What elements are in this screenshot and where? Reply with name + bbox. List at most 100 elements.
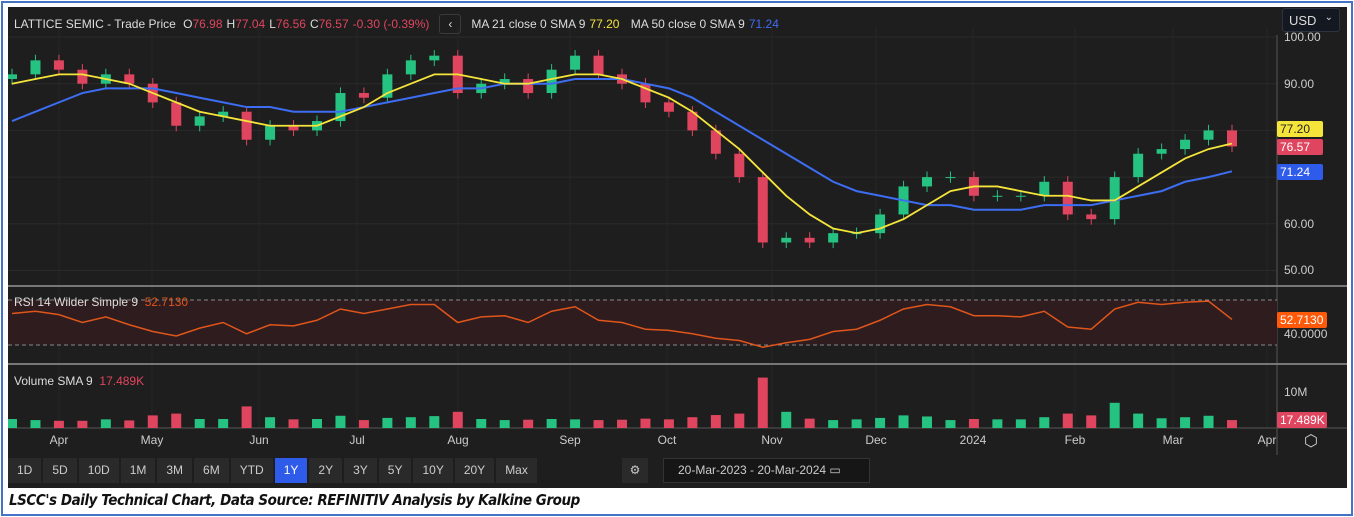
- volume-bar: [194, 419, 205, 428]
- volume-bar: [171, 413, 182, 428]
- month-label: Mar: [1162, 433, 1184, 447]
- volume-bar: [218, 419, 229, 428]
- volume-bar: [922, 416, 932, 428]
- high-label: H: [226, 17, 236, 31]
- candle: [1015, 195, 1026, 197]
- high-value: 77.04: [235, 17, 266, 31]
- volume-bar: [77, 420, 88, 428]
- range-button-1d[interactable]: 1D: [8, 458, 42, 483]
- volume-bar: [312, 419, 322, 428]
- candle: [945, 177, 956, 179]
- candle: [194, 116, 205, 126]
- volume-bar: [265, 417, 276, 428]
- ma50-flag: 71.24: [1277, 164, 1323, 180]
- settings-icon[interactable]: ⬡: [1304, 431, 1318, 451]
- candle: [265, 125, 276, 140]
- volume-flag: 17.489K: [1277, 412, 1327, 428]
- date-range-picker[interactable]: 20-Mar-2023 - 20-Mar-2024 ▭: [663, 458, 870, 483]
- low-value: 76.56: [275, 17, 306, 31]
- volume-bar: [851, 419, 862, 428]
- volume-bar: [945, 420, 956, 428]
- candle: [1180, 139, 1191, 150]
- rsi-legend: RSI 14 Wilder Simple 9 52.7130: [14, 295, 188, 309]
- range-button-10d[interactable]: 10D: [78, 458, 119, 483]
- volume-bar: [382, 417, 393, 428]
- candle: [922, 177, 932, 187]
- gear-icon[interactable]: ⚙: [622, 458, 648, 483]
- volume-bar: [429, 416, 440, 428]
- volume-bar: [241, 406, 252, 428]
- volume-bar: [804, 418, 815, 428]
- volume-tick: 10M: [1284, 385, 1308, 399]
- volume-bar: [1203, 415, 1214, 428]
- candle: [77, 69, 88, 84]
- candle: [1039, 181, 1050, 196]
- rsi-tick: 40.0000: [1284, 327, 1328, 341]
- volume-bar: [593, 420, 604, 428]
- chart-plot[interactable]: [8, 7, 1347, 488]
- range-button-6m[interactable]: 6M: [194, 458, 229, 483]
- collapse-legend-button[interactable]: ‹: [439, 14, 462, 34]
- range-button-ytd[interactable]: YTD: [230, 458, 273, 483]
- currency-value: USD: [1289, 13, 1317, 28]
- volume-bar: [1015, 419, 1026, 428]
- range-button-20y[interactable]: 20Y: [454, 458, 495, 483]
- volume-bar: [898, 415, 909, 428]
- volume-bar: [476, 419, 487, 428]
- date-from: 20-Mar-2023: [678, 463, 747, 477]
- volume-bar: [1086, 415, 1097, 428]
- volume-bar: [53, 420, 64, 428]
- month-label: May: [140, 433, 164, 447]
- volume-bar: [828, 420, 839, 428]
- month-label: Jul: [349, 433, 365, 447]
- ma50-label: MA 50 close 0 SMA 9: [630, 17, 745, 31]
- volume-bar: [8, 419, 17, 428]
- range-button-5d[interactable]: 5D: [43, 458, 77, 483]
- instrument-name: LATTICE SEMIC - Trade Price: [14, 17, 176, 31]
- candle: [1062, 181, 1073, 215]
- currency-select[interactable]: USD ⌄: [1282, 8, 1340, 32]
- month-label: Feb: [1064, 433, 1086, 447]
- range-button-10y[interactable]: 10Y: [413, 458, 453, 483]
- range-button-3m[interactable]: 3M: [157, 458, 193, 483]
- volume-bar: [875, 417, 886, 428]
- close-label: C: [309, 17, 319, 31]
- volume-bar: [992, 419, 1003, 428]
- volume-bar: [640, 418, 651, 428]
- candle: [358, 93, 369, 98]
- month-label: Nov: [761, 433, 783, 447]
- volume-bar: [781, 411, 792, 428]
- candle: [546, 69, 557, 94]
- volume-bar: [1109, 402, 1120, 428]
- volume-bar: [147, 415, 158, 428]
- ma21-line: [11, 73, 1233, 235]
- candle: [828, 233, 839, 243]
- candle: [593, 55, 604, 75]
- range-button-1y[interactable]: 1Y: [274, 458, 308, 483]
- volume-bar: [1039, 417, 1050, 428]
- caption: LSCC's Daily Technical Chart, Data Sourc…: [9, 491, 580, 509]
- volume-bar: [710, 415, 721, 428]
- close-flag: 76.57: [1277, 139, 1323, 155]
- candle: [734, 153, 745, 178]
- candle: [241, 111, 252, 140]
- volume-bar: [757, 377, 768, 428]
- volume-bar: [1156, 418, 1167, 428]
- candle: [405, 60, 416, 75]
- range-button-5y[interactable]: 5Y: [378, 458, 412, 483]
- range-button-max[interactable]: Max: [496, 458, 537, 483]
- volume-bar: [570, 419, 581, 428]
- range-button-3y[interactable]: 3Y: [344, 458, 377, 483]
- range-button-2y[interactable]: 2Y: [309, 458, 343, 483]
- month-label: 2024: [959, 433, 987, 447]
- candle: [30, 60, 41, 75]
- volume-value: 17.489K: [99, 374, 145, 388]
- volume-bar: [546, 419, 557, 428]
- month-label: Jun: [249, 433, 269, 447]
- candle: [781, 237, 792, 243]
- volume-bar: [100, 419, 111, 428]
- month-label: Apr: [1257, 433, 1277, 447]
- range-button-1m[interactable]: 1M: [120, 458, 156, 483]
- ma50-value: 71.24: [748, 17, 779, 31]
- price-legend: LATTICE SEMIC - Trade Price O76.98 H77.0…: [14, 14, 779, 34]
